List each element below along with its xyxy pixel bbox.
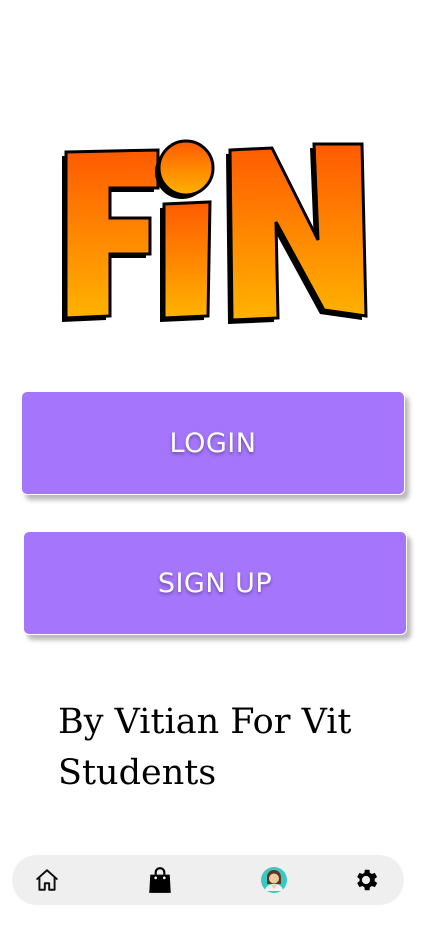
- nav-shop-button[interactable]: [135, 855, 185, 905]
- fin-logo: [62, 139, 368, 324]
- login-button-label: LOGIN: [169, 427, 257, 459]
- shopping-bag-icon: [149, 867, 171, 893]
- nav-profile-button[interactable]: [249, 855, 299, 905]
- nav-home-button[interactable]: [22, 855, 72, 905]
- tagline: By Vitian For Vit Students: [58, 702, 352, 793]
- home-icon: [36, 869, 58, 891]
- gear-icon: [357, 869, 378, 891]
- login-button[interactable]: LOGIN: [21, 391, 405, 495]
- nav-settings-button[interactable]: [341, 855, 391, 905]
- signup-button-label: SIGN UP: [157, 567, 273, 599]
- welcome-screen: LOGIN SIGN UP By Vitian For Vit Students: [0, 0, 428, 926]
- profile-avatar-icon: [261, 867, 287, 893]
- signup-button[interactable]: SIGN UP: [23, 531, 407, 635]
- bottom-nav-bar: [12, 855, 404, 905]
